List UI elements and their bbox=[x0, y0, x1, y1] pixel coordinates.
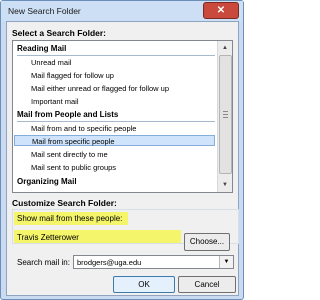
search-folder-list[interactable]: Reading Mail Unread mail Mail flagged fo… bbox=[12, 40, 233, 193]
list-item[interactable]: Mail from and to specific people bbox=[14, 123, 215, 134]
customize-label: Customize Search Folder: bbox=[12, 198, 117, 208]
list-item[interactable]: Important mail bbox=[14, 96, 215, 107]
select-folder-label: Select a Search Folder: bbox=[12, 28, 107, 38]
list-scrollbar[interactable]: ▲ ▼ bbox=[217, 41, 232, 192]
grip-line bbox=[223, 111, 228, 112]
group-header: Mail from People and Lists bbox=[17, 110, 119, 119]
close-button[interactable]: ✕ bbox=[203, 2, 239, 19]
criteria-description: Show mail from these people: bbox=[17, 214, 123, 223]
list-item[interactable]: Unread mail bbox=[14, 57, 215, 68]
search-mail-in-value: brodgers@uga.edu bbox=[77, 258, 142, 267]
title-bar[interactable]: New Search Folder ✕ bbox=[1, 1, 243, 21]
ok-button[interactable]: OK bbox=[113, 276, 175, 293]
search-mail-in-select[interactable]: brodgers@uga.edu ▼ bbox=[73, 255, 234, 269]
search-mail-in-label: Search mail in: bbox=[17, 258, 70, 267]
list-item[interactable]: Mail either unread or flagged for follow… bbox=[14, 83, 215, 94]
cancel-button[interactable]: Cancel bbox=[178, 276, 236, 293]
window-title: New Search Folder bbox=[8, 6, 81, 16]
scroll-down-arrow-icon[interactable]: ▼ bbox=[219, 179, 231, 191]
dialog-body: Select a Search Folder: Reading Mail Unr… bbox=[6, 21, 239, 296]
grip-line bbox=[223, 117, 228, 118]
list-item[interactable]: Mail sent to public groups bbox=[14, 162, 215, 173]
scroll-thumb[interactable] bbox=[219, 55, 232, 174]
choose-button[interactable]: Choose... bbox=[184, 233, 230, 251]
chevron-down-icon[interactable]: ▼ bbox=[219, 256, 233, 268]
grip-line bbox=[223, 114, 228, 115]
group-header: Reading Mail bbox=[17, 44, 67, 53]
group-divider bbox=[17, 121, 215, 122]
criteria-value: Travis Zetterower bbox=[17, 233, 79, 242]
list-item-selected[interactable]: Mail from specific people bbox=[14, 135, 215, 146]
scroll-up-arrow-icon[interactable]: ▲ bbox=[219, 42, 231, 54]
group-header: Organizing Mail bbox=[17, 177, 77, 186]
dialog-window: New Search Folder ✕ Select a Search Fold… bbox=[0, 0, 244, 300]
list-item[interactable]: Mail flagged for follow up bbox=[14, 70, 215, 81]
list-item[interactable]: Mail sent directly to me bbox=[14, 149, 215, 160]
group-divider bbox=[17, 55, 215, 56]
